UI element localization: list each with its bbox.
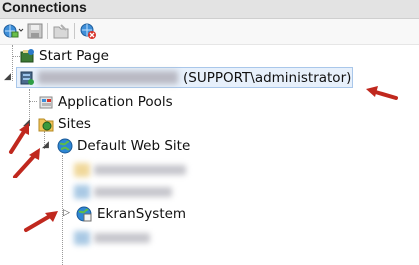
globe-icon xyxy=(56,137,74,155)
tree-item-redacted[interactable] xyxy=(0,227,419,249)
panel-title: Connections xyxy=(2,0,87,15)
tree-item-label: Start Page xyxy=(39,48,109,64)
redacted-icon xyxy=(74,231,90,245)
app-pools-icon xyxy=(37,93,55,111)
start-page-icon xyxy=(18,47,36,65)
toolbar-separator xyxy=(74,23,75,39)
server-icon xyxy=(18,69,36,87)
save-icon[interactable] xyxy=(26,22,44,40)
tree-item-label: Sites xyxy=(58,116,91,132)
tree-item-redacted[interactable] xyxy=(0,159,419,181)
tree-item-default-web-site[interactable]: ◢ Default Web Site xyxy=(0,135,419,157)
redacted-icon xyxy=(74,163,90,177)
redacted-server-name xyxy=(38,71,178,84)
tree-item-label: EkranSystem xyxy=(97,206,187,222)
connections-tree: Start Page ◢ (SUPPORT\administrator) App xyxy=(0,45,419,265)
redacted-label xyxy=(94,187,172,197)
tree-item-start-page[interactable]: Start Page xyxy=(0,45,419,67)
tree-item-sites[interactable]: ◢ Sites xyxy=(0,113,419,135)
collapse-arrow-icon[interactable]: ◢ xyxy=(4,72,11,82)
folder-icon[interactable] xyxy=(52,22,70,40)
disconnect-icon[interactable] xyxy=(79,22,97,40)
redacted-icon xyxy=(74,185,90,199)
tree-item-application-pools[interactable]: Application Pools xyxy=(0,91,419,113)
server-user-label: (SUPPORT\administrator) xyxy=(183,70,352,86)
redacted-label xyxy=(94,233,150,243)
tree-item-server[interactable]: ◢ (SUPPORT\administrator) xyxy=(0,67,419,89)
annotation-arrow-server xyxy=(366,86,398,100)
tree-item-label: Application Pools xyxy=(58,94,173,110)
annotation-arrow-ekran xyxy=(24,211,58,232)
connect-icon[interactable] xyxy=(2,22,24,40)
ekran-site-icon xyxy=(75,205,93,223)
redacted-label xyxy=(94,165,186,175)
annotation-arrow-default-site xyxy=(13,148,40,178)
tree-item-ekransystem[interactable]: ▷ EkranSystem xyxy=(0,203,419,225)
connections-toolbar xyxy=(0,19,419,45)
tree-item-redacted[interactable] xyxy=(0,181,419,203)
tree-item-label: Default Web Site xyxy=(77,138,191,154)
expand-arrow-icon[interactable]: ▷ xyxy=(63,208,70,218)
toolbar-separator xyxy=(47,23,48,39)
connections-header: Connections xyxy=(0,0,419,19)
